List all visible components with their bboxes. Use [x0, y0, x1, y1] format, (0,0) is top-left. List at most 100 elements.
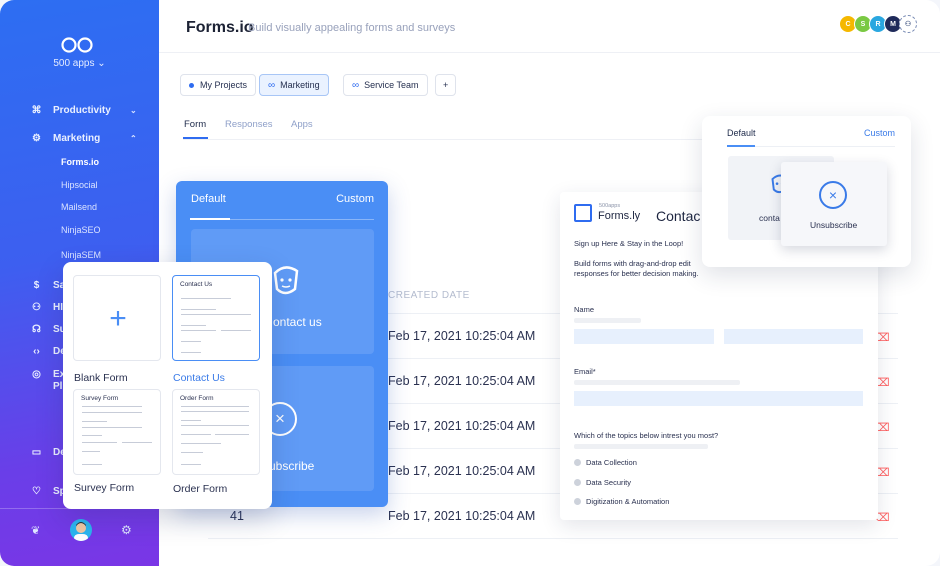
option-label: ontact us [273, 315, 322, 329]
heart-icon: ♡ [32, 485, 41, 497]
sidebar-subitem-ninjasem[interactable]: NinjaSEM [61, 250, 101, 260]
header-divider [159, 52, 940, 53]
sidebar-item-sales[interactable]: $ Sa [30, 277, 66, 293]
avatar-face-icon [74, 522, 88, 541]
radio-button[interactable] [574, 459, 581, 466]
line [82, 435, 102, 436]
tab-custom[interactable]: Custom [864, 128, 895, 138]
user-avatars: C S R M ⚇ [839, 15, 917, 33]
brand-small: 500apps [599, 203, 621, 209]
infinity-icon: ∞ [268, 79, 276, 91]
monitor-icon: ▭ [31, 446, 42, 458]
tab-default[interactable]: Default [191, 193, 226, 205]
project-tab-marketing[interactable]: ∞ Marketing [259, 74, 329, 96]
radio-button[interactable] [574, 498, 581, 505]
table-cell-date: Feb 17, 2021 10:25:04 AM [388, 329, 536, 343]
topics-label: Which of the topics below intrest you mo… [574, 431, 719, 440]
sidebar-subitem-mailsend[interactable]: Mailsend [61, 202, 97, 212]
sidebar-item-sponsor[interactable]: ♡ Sp [30, 483, 66, 499]
sidebar-item-label: Marketing [53, 132, 101, 144]
first-name-field[interactable] [574, 329, 714, 344]
radio-button[interactable] [574, 479, 581, 486]
apps-selector[interactable]: 500 apps ⌄ [0, 58, 159, 69]
tab-form[interactable]: Form [184, 119, 206, 130]
dot-icon [189, 82, 194, 88]
close-circle-icon: × [819, 181, 847, 209]
line [82, 451, 100, 452]
template-heading: Survey Form [81, 395, 119, 402]
project-tab-label: My Projects [200, 80, 248, 90]
form-title: Contac [656, 208, 701, 224]
tab-default[interactable]: Default [727, 128, 756, 138]
last-name-field[interactable] [724, 329, 863, 344]
table-cell-date: Feb 17, 2021 10:25:04 AM [388, 419, 536, 433]
sidebar-subitem-formsio[interactable]: Forms.io [61, 157, 99, 167]
avatar[interactable] [70, 519, 92, 541]
template-name: Survey Form [74, 482, 135, 494]
line [82, 406, 142, 407]
project-tab-label: Marketing [280, 80, 320, 90]
sidebar-subitem-hipsocial[interactable]: Hipsocial [61, 180, 98, 190]
chevron-down-icon: ⌄ [97, 58, 106, 69]
code-icon: ‹› [33, 345, 40, 357]
sidebar-item-label: Productivity [53, 104, 111, 116]
line [181, 452, 203, 453]
line [82, 412, 142, 413]
line [82, 464, 102, 465]
sidebar-subitem-ninjaseo[interactable]: NinjaSEO [61, 225, 101, 235]
line [181, 434, 211, 435]
app-frame: 500 apps ⌄ ⌘ Productivity ⌄ ⚙ Marketing … [0, 0, 940, 566]
settings-gear-icon[interactable]: ⚙ [121, 523, 132, 537]
sidebar-item-support[interactable]: ☊ Su [30, 321, 66, 337]
email-label: Email* [574, 367, 596, 376]
chevron-down-icon: ⌄ [130, 105, 137, 115]
hint-placeholder [574, 380, 740, 385]
sidebar-item-explore-line2: Pl [53, 380, 63, 392]
infinity-icon: ∞ [352, 79, 360, 91]
user-icon: ⚇ [32, 301, 41, 313]
template-order[interactable]: Order Form [172, 389, 260, 475]
form-type-popup: Default Custom conta × Unsubscribe [702, 116, 911, 267]
line [82, 421, 107, 422]
email-field[interactable] [574, 391, 863, 406]
add-user-icon[interactable]: ⚇ [899, 15, 917, 33]
column-header-created-date[interactable]: CREATED DATE [388, 290, 470, 301]
sidebar-item-desktop[interactable]: ▭ De [30, 444, 66, 460]
row-divider [208, 538, 898, 539]
line [181, 464, 201, 465]
leaf-icon[interactable]: ❦ [31, 524, 40, 537]
sidebar-item-label: HI [53, 301, 63, 313]
sidebar-item-productivity[interactable]: ⌘ Productivity ⌄ [30, 102, 137, 118]
active-tab-indicator [183, 137, 208, 139]
sidebar-item-hr[interactable]: ⚇ HI [30, 299, 63, 315]
line [122, 442, 152, 443]
option-unsubscribe[interactable]: × Unsubscribe [781, 162, 887, 246]
sidebar-item-marketing[interactable]: ⚙ Marketing ⌃ [30, 130, 137, 146]
line [82, 442, 117, 443]
line [181, 298, 231, 299]
line [181, 325, 206, 326]
template-contact-us[interactable]: Contact Us [172, 275, 260, 361]
table-cell-date: Feb 17, 2021 10:25:04 AM [388, 464, 536, 478]
add-project-button[interactable]: + [435, 74, 457, 96]
template-heading: Order Form [180, 395, 214, 402]
line [181, 330, 216, 331]
command-icon: ⌘ [31, 104, 42, 116]
template-blank[interactable]: + [73, 275, 161, 361]
line [181, 420, 201, 421]
active-tab-indicator [727, 145, 755, 147]
tab-custom[interactable]: Custom [336, 193, 374, 205]
tab-responses[interactable]: Responses [225, 119, 273, 130]
line [181, 352, 201, 353]
project-tab-my-projects[interactable]: My Projects [180, 74, 257, 96]
tab-apps[interactable]: Apps [291, 119, 313, 130]
active-tab-indicator [190, 218, 230, 220]
template-survey[interactable]: Survey Form [73, 389, 161, 475]
line [181, 411, 249, 412]
radio-label: Data Security [586, 478, 632, 487]
infinity-logo-icon[interactable] [60, 36, 94, 54]
line [181, 314, 251, 315]
project-tab-service-team[interactable]: ∞ Service Team [343, 74, 428, 96]
sidebar-item-developer[interactable]: ‹› De [30, 343, 66, 359]
line [181, 341, 201, 342]
